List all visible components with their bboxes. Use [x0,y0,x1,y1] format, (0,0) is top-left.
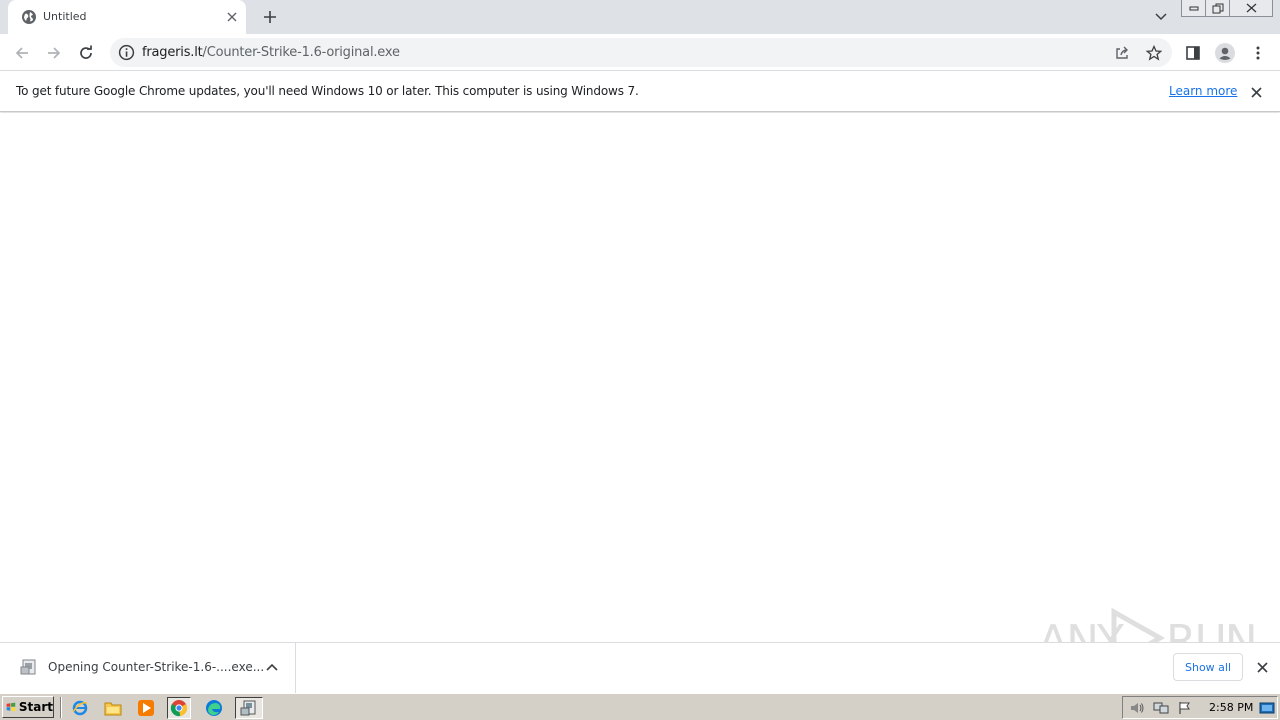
share-icon [1116,46,1128,59]
tab-strip: Untitled [0,0,1280,34]
chrome-taskbar-button[interactable] [167,697,191,719]
plus-icon [264,11,276,23]
restore-button[interactable] [1205,0,1230,17]
url-host: frageris.lt [142,45,203,60]
tab-title: Untitled [43,10,87,23]
minimize-icon [1189,6,1198,11]
close-icon [1246,3,1256,13]
action-center-flag-icon[interactable] [1177,700,1193,716]
start-button[interactable]: Start [2,696,54,718]
share-button[interactable] [1112,43,1132,63]
side-panel-icon [1186,46,1200,60]
installer-taskbar-button[interactable] [235,697,263,719]
window-controls [1181,0,1273,18]
globe-icon [22,10,36,24]
menu-button[interactable] [1245,40,1271,66]
restore-icon [1212,3,1223,13]
shelf-close-icon[interactable] [1254,659,1270,675]
arrow-left-icon [15,47,28,59]
system-tray: 2:58 PM [1122,696,1278,719]
side-panel-button[interactable] [1180,40,1206,66]
update-infobar: To get future Google Chrome updates, you… [0,72,1280,112]
forward-button[interactable] [41,40,67,66]
url-path: /Counter-Strike-1.6-original.exe [202,45,400,60]
download-shelf: Opening Counter-Strike-1.6-....exe... Sh… [0,642,1280,693]
edge-taskbar-button[interactable] [202,697,226,719]
infobar-close-icon[interactable] [1248,84,1264,100]
learn-more-link[interactable]: Learn more [1169,84,1237,98]
explorer-taskbar-button[interactable] [101,697,125,719]
media-player-taskbar-button[interactable] [134,697,158,719]
chevron-down-icon [1155,13,1167,21]
ie-taskbar-button[interactable] [68,697,92,719]
start-label: Start [18,700,53,714]
taskbar-clock[interactable]: 2:58 PM [1209,701,1253,714]
show-desktop-icon[interactable] [1259,700,1275,716]
page-content [0,113,1280,642]
folder-icon [104,702,122,716]
back-button[interactable] [9,40,35,66]
network-icon[interactable] [1153,700,1169,716]
installer-file-icon [20,659,36,675]
ie-icon [72,700,88,716]
tab-search-button[interactable] [1151,8,1171,26]
address-bar[interactable]: frageris.lt/Counter-Strike-1.6-original.… [110,38,1172,67]
info-icon[interactable] [118,44,135,61]
reload-button[interactable] [73,40,99,66]
download-item[interactable]: Opening Counter-Strike-1.6-....exe... [0,643,296,693]
taskbar-separator [60,697,62,718]
new-tab-button[interactable] [258,6,282,28]
chevron-up-icon[interactable] [264,659,280,675]
browser-toolbar: frageris.lt/Counter-Strike-1.6-original.… [0,34,1280,71]
minimize-button[interactable] [1181,0,1206,17]
infobar-message: To get future Google Chrome updates, you… [16,84,639,98]
arrow-right-icon [48,47,61,59]
installer-icon [240,700,256,716]
windows-taskbar: Start 2:58 PM [0,693,1280,720]
url-text[interactable]: frageris.lt/Counter-Strike-1.6-original.… [142,45,400,60]
kebab-menu-icon [1256,46,1260,60]
show-all-button[interactable]: Show all [1173,653,1243,681]
volume-icon[interactable] [1129,700,1145,716]
media-player-icon [138,700,154,716]
bookmark-button[interactable] [1144,43,1164,63]
chrome-icon [170,700,188,717]
star-icon [1146,45,1162,61]
download-item-text: Opening Counter-Strike-1.6-....exe... [48,660,265,674]
tab-untitled[interactable]: Untitled [8,0,246,34]
windows-logo-icon [6,702,16,712]
avatar-icon [1215,43,1235,63]
profile-button[interactable] [1212,40,1238,66]
tab-close-icon[interactable] [224,9,240,25]
close-window-button[interactable] [1229,0,1273,17]
reload-icon [80,45,92,59]
edge-icon [206,700,222,716]
